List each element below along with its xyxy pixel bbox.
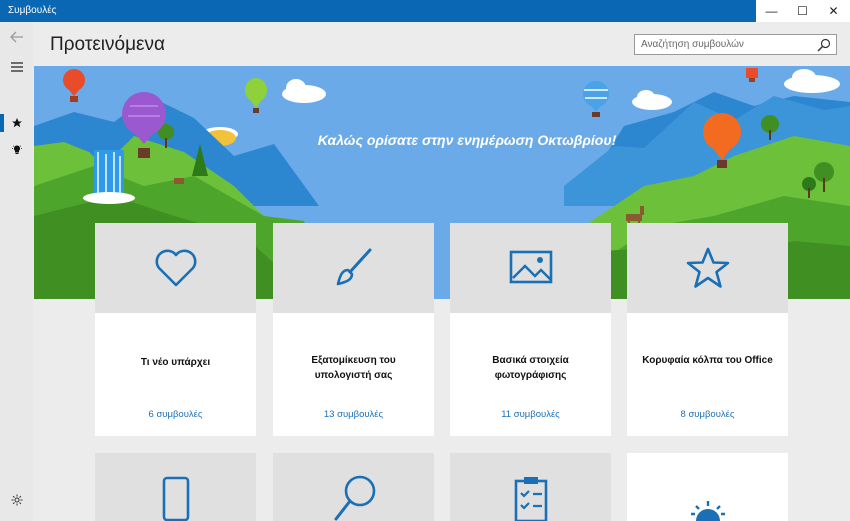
card-icon-area — [95, 453, 256, 521]
heart-icon — [155, 249, 196, 287]
nav-featured[interactable] — [0, 112, 33, 134]
card-icon-area — [450, 223, 611, 313]
app-window: Συμβουλές — ☐ ✕ Προτεινόμενα Αναζήτηση σ… — [0, 0, 850, 521]
card-tip-count[interactable]: 6 συμβουλές — [95, 409, 256, 420]
card-icon-area — [95, 223, 256, 313]
card-title: Κορυφαία κόλπα του Office — [642, 355, 773, 366]
card-icon-area — [273, 223, 434, 313]
search-box[interactable] — [634, 34, 837, 55]
maximize-button[interactable]: ☐ — [787, 0, 818, 22]
window-title: Συμβουλές — [8, 5, 57, 16]
search-input[interactable] — [641, 35, 811, 54]
menu-button[interactable] — [0, 56, 33, 78]
card-icon-area — [627, 223, 788, 313]
tips-card-productivity[interactable] — [450, 453, 611, 521]
card-icon-area — [273, 453, 434, 521]
card-tip-count[interactable]: 8 συμβουλές — [627, 409, 788, 420]
tips-card-whats-new[interactable]: Τι νέο υπάρχει 6 συμβουλές — [95, 223, 256, 436]
title-bar: Συμβουλές — ☐ ✕ — [0, 0, 850, 22]
phone-icon — [162, 476, 189, 521]
tips-card-extra[interactable] — [627, 453, 788, 521]
settings-button[interactable] — [0, 489, 33, 511]
brush-icon — [336, 248, 371, 286]
card-tip-count[interactable]: 13 συμβουλές — [273, 409, 434, 420]
nav-tips[interactable] — [0, 139, 33, 161]
hamburger-icon — [10, 62, 23, 72]
search-icon[interactable] — [816, 37, 832, 53]
tips-card-photography[interactable]: Βασικά στοιχεία φωτογράφισης 11 συμβουλέ… — [450, 223, 611, 436]
banner-title: Καλώς ορίσατε στην ενημέρωση Οκτωβρίου! — [317, 132, 617, 148]
sunrise-icon — [690, 501, 725, 521]
close-button[interactable]: ✕ — [818, 0, 849, 22]
lightbulb-icon — [11, 145, 22, 154]
window-controls: — ☐ ✕ — [756, 0, 850, 22]
star-icon — [686, 247, 729, 288]
star-nav-icon — [11, 118, 22, 128]
clipboard-icon — [514, 477, 547, 521]
back-button[interactable] — [0, 26, 33, 48]
picture-icon — [509, 250, 552, 284]
card-title: Βασικά στοιχεία φωτογράφισης — [492, 355, 569, 381]
back-arrow-icon — [9, 31, 23, 43]
card-title: Τι νέο υπάρχει — [140, 357, 211, 368]
card-icon-area — [627, 453, 788, 521]
navigation-rail — [0, 22, 33, 521]
tips-card-office[interactable]: Κορυφαία κόλπα του Office 8 συμβουλές — [627, 223, 788, 436]
gear-icon — [11, 494, 22, 506]
page-title: Προτεινόμενα — [50, 34, 165, 55]
minimize-button[interactable]: — — [756, 0, 787, 22]
card-icon-area — [450, 453, 611, 521]
tips-card-phone[interactable] — [95, 453, 256, 521]
magnifier-icon — [334, 475, 375, 521]
card-title: Εξατομίκευση του υπολογιστή σας — [311, 355, 396, 381]
tips-card-search[interactable] — [273, 453, 434, 521]
card-tip-count[interactable]: 11 συμβουλές — [450, 409, 611, 420]
tips-card-personalize[interactable]: Εξατομίκευση του υπολογιστή σας 13 συμβο… — [273, 223, 434, 436]
